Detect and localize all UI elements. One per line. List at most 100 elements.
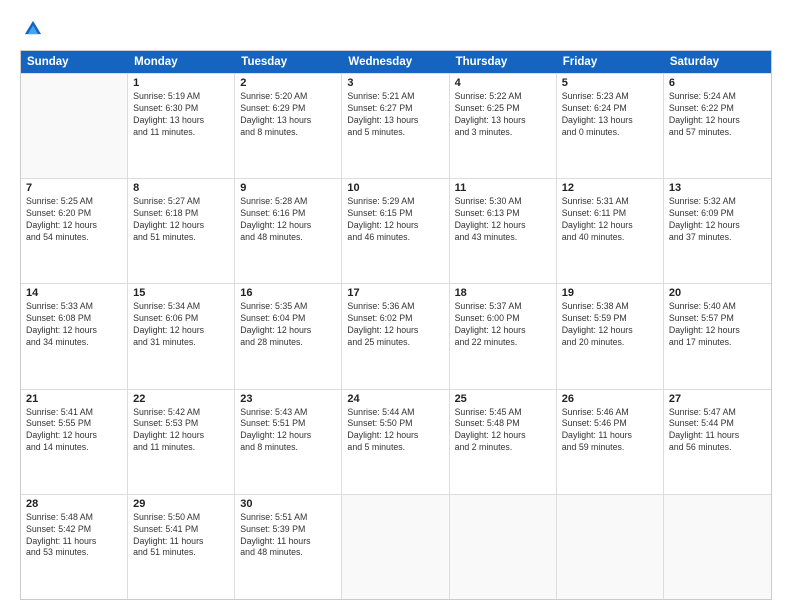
day-info: Sunrise: 5:25 AM Sunset: 6:20 PM Dayligh… — [26, 196, 122, 244]
day-info: Sunrise: 5:32 AM Sunset: 6:09 PM Dayligh… — [669, 196, 766, 244]
calendar: SundayMondayTuesdayWednesdayThursdayFrid… — [20, 50, 772, 600]
day-number: 16 — [240, 287, 336, 299]
calendar-header: SundayMondayTuesdayWednesdayThursdayFrid… — [21, 51, 771, 73]
cal-cell: 17 Sunrise: 5:36 AM Sunset: 6:02 PM Dayli… — [342, 284, 449, 388]
header-day-wednesday: Wednesday — [342, 51, 449, 73]
day-number: 19 — [562, 287, 658, 299]
day-info: Sunrise: 5:40 AM Sunset: 5:57 PM Dayligh… — [669, 301, 766, 349]
cal-cell: 25Sunrise: 5:45 AM Sunset: 5:48 PM Dayli… — [450, 390, 557, 494]
day-number: 6 — [669, 77, 766, 89]
week-row-4: 28Sunrise: 5:48 AM Sunset: 5:42 PM Dayli… — [21, 494, 771, 599]
day-info: Sunrise: 5:23 AM Sunset: 6:24 PM Dayligh… — [562, 91, 658, 139]
cal-cell — [664, 495, 771, 599]
cal-cell: 18 Sunrise: 5:37 AM Sunset: 6:00 PM Dayli… — [450, 284, 557, 388]
day-info: Sunrise: 5:45 AM Sunset: 5:48 PM Dayligh… — [455, 407, 551, 455]
day-number: 13 — [669, 182, 766, 194]
day-info: Sunrise: 5:19 AM Sunset: 6:30 PM Dayligh… — [133, 91, 229, 139]
cal-cell: 15 Sunrise: 5:34 AM Sunset: 6:06 PM Dayli… — [128, 284, 235, 388]
header-day-saturday: Saturday — [664, 51, 771, 73]
header-day-tuesday: Tuesday — [235, 51, 342, 73]
day-info: Sunrise: 5:37 AM Sunset: 6:00 PM Dayligh… — [455, 301, 551, 349]
day-info: Sunrise: 5:20 AM Sunset: 6:29 PM Dayligh… — [240, 91, 336, 139]
cal-cell: 9Sunrise: 5:28 AM Sunset: 6:16 PM Daylig… — [235, 179, 342, 283]
day-number: 22 — [133, 393, 229, 405]
day-info: Sunrise: 5:31 AM Sunset: 6:11 PM Dayligh… — [562, 196, 658, 244]
day-number: 7 — [26, 182, 122, 194]
cal-cell: 30Sunrise: 5:51 AM Sunset: 5:39 PM Dayli… — [235, 495, 342, 599]
cal-cell: 7 Sunrise: 5:25 AM Sunset: 6:20 PM Daylig… — [21, 179, 128, 283]
cal-cell: 19 Sunrise: 5:38 AM Sunset: 5:59 PM Dayli… — [557, 284, 664, 388]
day-number: 15 — [133, 287, 229, 299]
day-number: 4 — [455, 77, 551, 89]
day-number: 11 — [455, 182, 551, 194]
day-number: 26 — [562, 393, 658, 405]
cal-cell: 4 Sunrise: 5:22 AM Sunset: 6:25 PM Daylig… — [450, 74, 557, 178]
header — [20, 18, 772, 40]
header-day-thursday: Thursday — [450, 51, 557, 73]
day-number: 21 — [26, 393, 122, 405]
day-info: Sunrise: 5:47 AM Sunset: 5:44 PM Dayligh… — [669, 407, 766, 455]
cal-cell: 3 Sunrise: 5:21 AM Sunset: 6:27 PM Daylig… — [342, 74, 449, 178]
cal-cell: 13 Sunrise: 5:32 AM Sunset: 6:09 PM Dayli… — [664, 179, 771, 283]
day-number: 14 — [26, 287, 122, 299]
cal-cell — [557, 495, 664, 599]
cal-cell: 26 Sunrise: 5:46 AM Sunset: 5:46 PM Dayli… — [557, 390, 664, 494]
cal-cell: 6 Sunrise: 5:24 AM Sunset: 6:22 PM Daylig… — [664, 74, 771, 178]
day-number: 8 — [133, 182, 229, 194]
day-number: 27 — [669, 393, 766, 405]
day-number: 12 — [562, 182, 658, 194]
day-info: Sunrise: 5:36 AM Sunset: 6:02 PM Dayligh… — [347, 301, 443, 349]
page: SundayMondayTuesdayWednesdayThursdayFrid… — [0, 0, 792, 612]
day-number: 18 — [455, 287, 551, 299]
day-number: 5 — [562, 77, 658, 89]
day-info: Sunrise: 5:35 AM Sunset: 6:04 PM Dayligh… — [240, 301, 336, 349]
logo-icon — [22, 18, 44, 40]
day-info: Sunrise: 5:44 AM Sunset: 5:50 PM Dayligh… — [347, 407, 443, 455]
day-info: Sunrise: 5:24 AM Sunset: 6:22 PM Dayligh… — [669, 91, 766, 139]
week-row-0: 1 Sunrise: 5:19 AM Sunset: 6:30 PM Daylig… — [21, 73, 771, 178]
day-info: Sunrise: 5:41 AM Sunset: 5:55 PM Dayligh… — [26, 407, 122, 455]
week-row-3: 21 Sunrise: 5:41 AM Sunset: 5:55 PM Dayli… — [21, 389, 771, 494]
cal-cell — [342, 495, 449, 599]
cal-cell: 21 Sunrise: 5:41 AM Sunset: 5:55 PM Dayli… — [21, 390, 128, 494]
day-info: Sunrise: 5:28 AM Sunset: 6:16 PM Dayligh… — [240, 196, 336, 244]
day-number: 17 — [347, 287, 443, 299]
day-info: Sunrise: 5:43 AM Sunset: 5:51 PM Dayligh… — [240, 407, 336, 455]
day-info: Sunrise: 5:21 AM Sunset: 6:27 PM Dayligh… — [347, 91, 443, 139]
cal-cell — [21, 74, 128, 178]
cal-cell — [450, 495, 557, 599]
header-day-friday: Friday — [557, 51, 664, 73]
day-info: Sunrise: 5:50 AM Sunset: 5:41 PM Dayligh… — [133, 512, 229, 560]
week-row-1: 7 Sunrise: 5:25 AM Sunset: 6:20 PM Daylig… — [21, 178, 771, 283]
header-day-monday: Monday — [128, 51, 235, 73]
day-number: 29 — [133, 498, 229, 510]
day-number: 3 — [347, 77, 443, 89]
day-info: Sunrise: 5:38 AM Sunset: 5:59 PM Dayligh… — [562, 301, 658, 349]
day-info: Sunrise: 5:42 AM Sunset: 5:53 PM Dayligh… — [133, 407, 229, 455]
day-number: 2 — [240, 77, 336, 89]
day-info: Sunrise: 5:48 AM Sunset: 5:42 PM Dayligh… — [26, 512, 122, 560]
cal-cell: 12 Sunrise: 5:31 AM Sunset: 6:11 PM Dayli… — [557, 179, 664, 283]
day-info: Sunrise: 5:22 AM Sunset: 6:25 PM Dayligh… — [455, 91, 551, 139]
day-number: 30 — [240, 498, 336, 510]
cal-cell: 24Sunrise: 5:44 AM Sunset: 5:50 PM Dayli… — [342, 390, 449, 494]
cal-cell: 14Sunrise: 5:33 AM Sunset: 6:08 PM Dayli… — [21, 284, 128, 388]
cal-cell: 2 Sunrise: 5:20 AM Sunset: 6:29 PM Daylig… — [235, 74, 342, 178]
cal-cell: 23 Sunrise: 5:43 AM Sunset: 5:51 PM Dayli… — [235, 390, 342, 494]
day-number: 10 — [347, 182, 443, 194]
cal-cell: 22 Sunrise: 5:42 AM Sunset: 5:53 PM Dayli… — [128, 390, 235, 494]
day-info: Sunrise: 5:29 AM Sunset: 6:15 PM Dayligh… — [347, 196, 443, 244]
day-info: Sunrise: 5:30 AM Sunset: 6:13 PM Dayligh… — [455, 196, 551, 244]
cal-cell: 28Sunrise: 5:48 AM Sunset: 5:42 PM Dayli… — [21, 495, 128, 599]
logo — [20, 18, 46, 40]
day-number: 1 — [133, 77, 229, 89]
header-day-sunday: Sunday — [21, 51, 128, 73]
day-info: Sunrise: 5:27 AM Sunset: 6:18 PM Dayligh… — [133, 196, 229, 244]
day-info: Sunrise: 5:46 AM Sunset: 5:46 PM Dayligh… — [562, 407, 658, 455]
cal-cell: 8 Sunrise: 5:27 AM Sunset: 6:18 PM Daylig… — [128, 179, 235, 283]
day-number: 20 — [669, 287, 766, 299]
day-info: Sunrise: 5:34 AM Sunset: 6:06 PM Dayligh… — [133, 301, 229, 349]
week-row-2: 14Sunrise: 5:33 AM Sunset: 6:08 PM Dayli… — [21, 283, 771, 388]
day-number: 23 — [240, 393, 336, 405]
cal-cell: 29 Sunrise: 5:50 AM Sunset: 5:41 PM Dayli… — [128, 495, 235, 599]
